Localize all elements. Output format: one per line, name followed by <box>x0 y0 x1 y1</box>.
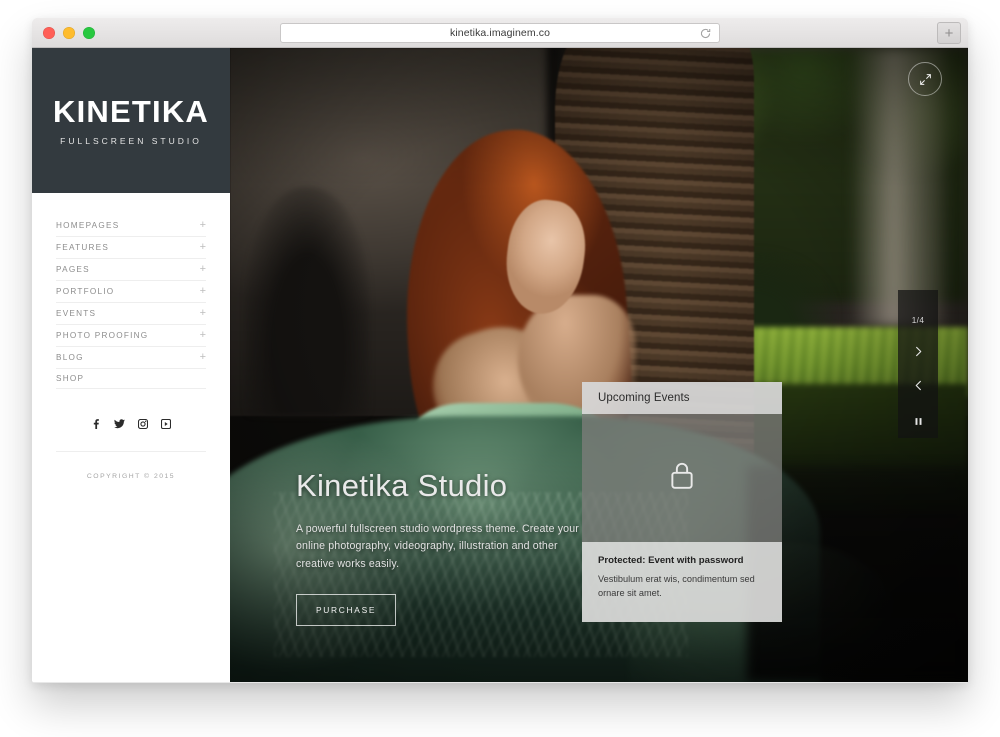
address-bar[interactable]: kinetika.imaginem.co <box>280 23 720 43</box>
events-card-header-title: Upcoming Events <box>598 392 690 404</box>
sidebar-item-features[interactable]: FEATURES + <box>56 237 206 259</box>
site-logo[interactable]: KINETIKA FULLSCREEN STUDIO <box>32 48 230 193</box>
slider-controls: 1/4 <box>898 290 938 438</box>
expand-plus-icon[interactable]: + <box>200 352 206 363</box>
events-card-description: Vestibulum erat wis, condimentum sed orn… <box>598 574 755 599</box>
events-card-body: Protected: Event with password Vestibulu… <box>582 542 782 622</box>
vimeo-icon[interactable] <box>161 419 171 429</box>
sidebar-item-events[interactable]: EVENTS + <box>56 303 206 325</box>
nav-label: PORTFOLIO <box>56 287 115 296</box>
hero-heading: Kinetika Studio <box>296 467 508 503</box>
url-text: kinetika.imaginem.co <box>449 27 551 39</box>
expand-plus-icon[interactable]: + <box>200 330 206 341</box>
hero-caption: Kinetika Studio A powerful fullscreen st… <box>296 470 596 626</box>
brand-tagline: FULLSCREEN STUDIO <box>60 135 202 146</box>
sidebar-item-pages[interactable]: PAGES + <box>56 259 206 281</box>
instagram-icon[interactable] <box>138 419 148 429</box>
reload-icon[interactable] <box>699 27 712 40</box>
page-viewport: KINETIKA FULLSCREEN STUDIO HOMEPAGES + F… <box>32 48 968 682</box>
close-window-button[interactable] <box>43 27 55 39</box>
expand-plus-icon[interactable]: + <box>200 264 206 275</box>
chevron-right-icon[interactable] <box>906 343 930 359</box>
nav-label: SHOP <box>56 374 85 383</box>
purchase-button[interactable]: PURCHASE <box>296 594 397 626</box>
window-controls <box>43 27 95 39</box>
upcoming-events-card[interactable]: Upcoming Events Protected: Event with pa… <box>582 382 782 622</box>
expand-plus-icon[interactable]: + <box>200 220 206 231</box>
social-links <box>32 419 230 429</box>
sidebar-item-portfolio[interactable]: PORTFOLIO + <box>56 281 206 303</box>
chevron-left-icon[interactable] <box>906 377 930 393</box>
nav-label: HOMEPAGES <box>56 221 120 230</box>
main-navigation: HOMEPAGES + FEATURES + PAGES + PORTFOLIO… <box>32 193 230 389</box>
expand-plus-icon[interactable]: + <box>200 286 206 297</box>
expand-plus-icon[interactable]: + <box>200 242 206 253</box>
nav-label: EVENTS <box>56 309 97 318</box>
sidebar-item-shop[interactable]: SHOP <box>56 369 206 389</box>
twitter-icon[interactable] <box>114 419 125 429</box>
site-sidebar: KINETIKA FULLSCREEN STUDIO HOMEPAGES + F… <box>32 48 230 682</box>
nav-label: BLOG <box>56 353 84 362</box>
browser-titlebar: kinetika.imaginem.co + <box>32 18 968 48</box>
zoom-window-button[interactable] <box>83 27 95 39</box>
nav-label: FEATURES <box>56 243 110 252</box>
footer-copyright: COPYRIGHT © 2015 <box>56 451 206 483</box>
brand-name: KINETIKA <box>53 93 209 129</box>
nav-label: PAGES <box>56 265 90 274</box>
events-card-header: Upcoming Events <box>582 382 782 414</box>
lock-icon <box>669 461 695 496</box>
events-card-thumbnail <box>582 414 782 542</box>
screenshot-canvas: kinetika.imaginem.co + KINETIKA FULLSCRE… <box>0 0 1000 737</box>
new-tab-label: + <box>944 24 954 42</box>
browser-window: kinetika.imaginem.co + KINETIKA FULLSCRE… <box>32 18 968 683</box>
sidebar-item-photo-proofing[interactable]: PHOTO PROOFING + <box>56 325 206 347</box>
expand-fullscreen-icon[interactable] <box>908 62 942 96</box>
sidebar-item-blog[interactable]: BLOG + <box>56 347 206 369</box>
facebook-icon[interactable] <box>91 419 101 429</box>
minimize-window-button[interactable] <box>63 27 75 39</box>
hero-slider: Kinetika Studio A powerful fullscreen st… <box>230 48 968 682</box>
slide-counter: 1/4 <box>911 316 925 325</box>
events-card-title[interactable]: Protected: Event with password <box>598 555 766 566</box>
sidebar-item-homepages[interactable]: HOMEPAGES + <box>56 215 206 237</box>
pause-icon[interactable] <box>906 413 930 429</box>
expand-plus-icon[interactable]: + <box>200 308 206 319</box>
new-tab-button[interactable]: + <box>937 22 961 44</box>
hero-paragraph: A powerful fullscreen studio wordpress t… <box>296 522 579 571</box>
nav-label: PHOTO PROOFING <box>56 331 149 340</box>
copyright-text: COPYRIGHT © 2015 <box>86 473 176 480</box>
